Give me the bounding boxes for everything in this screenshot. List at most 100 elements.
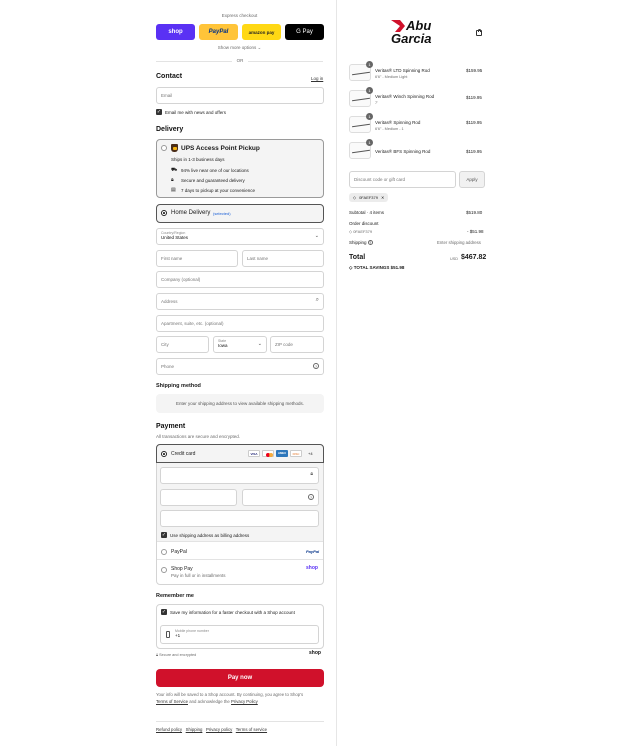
discount-code-field[interactable]: Discount code or gift card bbox=[349, 171, 456, 188]
apartment-field[interactable]: Apartment, suite, etc. (optional) bbox=[156, 315, 324, 332]
news-checkbox[interactable]: ✓ bbox=[156, 109, 162, 115]
shop-pay-option-label[interactable]: Shop Pay bbox=[171, 566, 193, 572]
phone-field[interactable]: Phone? bbox=[156, 358, 324, 375]
amazon-pay-label: amazon pay bbox=[248, 29, 275, 35]
state-select[interactable]: State Iowa ⌄ bbox=[213, 336, 267, 353]
item-price: $119.95 bbox=[466, 95, 482, 100]
credit-card-label: Credit card bbox=[171, 450, 196, 457]
card-number-field[interactable]: 🔒︎ bbox=[160, 467, 319, 484]
shop-pay-label: shop bbox=[168, 29, 183, 35]
remove-discount-icon[interactable]: ✕ bbox=[381, 195, 384, 200]
ups-radio[interactable] bbox=[161, 145, 167, 151]
discount-chip-code: 0FAEF379 bbox=[359, 195, 378, 200]
footer-links: Refund policy Shipping Privacy policy Te… bbox=[156, 727, 267, 732]
mobile-phone-field[interactable]: Mobile phone number +1 bbox=[160, 625, 319, 644]
privacy-policy-link[interactable]: Privacy Policy bbox=[231, 699, 258, 704]
terms-and-text: and acknowledge the bbox=[189, 698, 230, 704]
ups-title: UPS Access Point Pickup bbox=[181, 144, 260, 152]
terms-of-service-link[interactable]: Terms of Service bbox=[156, 699, 188, 704]
more-brands: +4 bbox=[308, 451, 313, 456]
show-more-options[interactable]: Show more options ⌄ bbox=[156, 45, 323, 51]
selected-badge: (selected) bbox=[213, 211, 231, 216]
company-field[interactable]: Company (optional) bbox=[156, 271, 324, 288]
ups-logo-icon bbox=[171, 144, 178, 152]
city-placeholder: City bbox=[161, 342, 169, 347]
pay-now-button[interactable]: Pay now bbox=[156, 669, 324, 687]
paypal-radio[interactable] bbox=[161, 549, 167, 555]
item-price: $159.95 bbox=[466, 68, 483, 73]
ups-line-4: 7 days to pickup at your convenience bbox=[181, 188, 256, 193]
show-more-label: Show more options bbox=[217, 45, 257, 50]
bag-icon[interactable] bbox=[476, 28, 482, 36]
shipping-method-heading: Shipping method bbox=[156, 383, 201, 389]
paypal-button[interactable]: PayPal bbox=[199, 24, 238, 40]
refund-policy-link[interactable]: Refund policy bbox=[156, 727, 182, 732]
address-field[interactable]: Address ⌕ bbox=[156, 293, 324, 310]
expiration-field[interactable] bbox=[160, 489, 237, 506]
billing-checkbox[interactable]: ✓ bbox=[161, 532, 167, 538]
city-field[interactable]: City bbox=[156, 336, 209, 353]
abu-garcia-logo[interactable]: Abu Garcia bbox=[391, 19, 443, 48]
terms-text: Your info will be saved to a Shop accoun… bbox=[156, 692, 324, 705]
google-pay-button[interactable]: G Pay bbox=[285, 24, 324, 40]
first-name-field[interactable]: First name bbox=[156, 250, 238, 267]
privacy-link[interactable]: Privacy policy bbox=[206, 727, 232, 732]
tag-icon: ◇ bbox=[349, 265, 353, 270]
save-info-checkbox[interactable]: ✓ bbox=[161, 609, 167, 615]
shop-wordmark: shop bbox=[309, 650, 321, 656]
shipping-label: Shipping ? bbox=[349, 240, 373, 245]
name-on-card-field[interactable] bbox=[160, 510, 319, 527]
paypal-option-label[interactable]: PayPal bbox=[171, 549, 187, 555]
pay-now-label: Pay now bbox=[227, 675, 253, 681]
payment-heading: Payment bbox=[156, 423, 186, 430]
visa-icon: VISA bbox=[248, 450, 260, 457]
phone-placeholder: Phone bbox=[161, 364, 175, 369]
shipping-link[interactable]: Shipping bbox=[186, 727, 203, 732]
home-delivery-radio[interactable] bbox=[161, 210, 167, 216]
discount-placeholder: Discount code or gift card bbox=[354, 177, 406, 182]
email-field[interactable]: Email bbox=[156, 87, 324, 104]
credit-card-radio[interactable] bbox=[161, 451, 167, 457]
tag-icon: ◇ bbox=[353, 195, 357, 200]
shipping-notice-text: Enter your shipping address to view avai… bbox=[175, 401, 305, 406]
quantity-badge: 1 bbox=[366, 113, 373, 120]
quantity-badge: 1 bbox=[366, 139, 373, 146]
phone-icon bbox=[166, 631, 170, 638]
shop-pay-radio[interactable] bbox=[161, 567, 167, 573]
discover-icon: DISC bbox=[290, 450, 302, 457]
apply-button[interactable]: Apply bbox=[459, 171, 485, 188]
terms-link[interactable]: Terms of service bbox=[236, 727, 267, 732]
security-code-field[interactable]: ? bbox=[242, 489, 319, 506]
divider bbox=[157, 559, 323, 560]
zip-field[interactable]: ZIP code bbox=[270, 336, 324, 353]
company-placeholder: Company (optional) bbox=[161, 277, 201, 282]
payment-subtitle: All transactions are secure and encrypte… bbox=[156, 434, 241, 439]
address-placeholder: Address bbox=[161, 299, 178, 304]
help-icon[interactable]: ? bbox=[367, 240, 373, 245]
country-value: United States bbox=[161, 235, 189, 240]
secure-label: 🔒︎ Secure and encrypted bbox=[156, 653, 196, 657]
order-discount-code-text: 0FAEF379 bbox=[353, 229, 373, 234]
truck-icon: ⛟ bbox=[171, 167, 178, 173]
item-variant: 6'6" - Medium - 1 bbox=[375, 127, 404, 131]
order-discount-value: - $51.98 bbox=[467, 229, 484, 234]
tag-icon: ◇ bbox=[349, 229, 353, 234]
item-variant: 7' bbox=[375, 101, 378, 105]
help-icon[interactable]: ? bbox=[313, 363, 319, 369]
apartment-placeholder: Apartment, suite, etc. (optional) bbox=[161, 321, 224, 326]
ups-line-2: 94% live near one of our locations bbox=[181, 168, 249, 173]
country-select[interactable]: Country/Region United States ⌄ bbox=[156, 228, 324, 245]
shop-pay-button[interactable]: shop bbox=[156, 24, 195, 40]
checkout-form: Express checkout shop PayPal amazon pay … bbox=[0, 0, 337, 746]
ups-line-3: Secure and guaranteed delivery bbox=[181, 178, 245, 183]
login-link[interactable]: Log in bbox=[311, 76, 323, 81]
delivery-heading: Delivery bbox=[156, 126, 184, 133]
google-pay-label: G Pay bbox=[296, 29, 313, 35]
zip-placeholder: ZIP code bbox=[275, 342, 293, 347]
amazon-pay-button[interactable]: amazon pay bbox=[242, 24, 281, 40]
save-info-label: Save my information for a faster checkou… bbox=[170, 610, 295, 615]
subtotal-label: Subtotal · 4 items bbox=[349, 210, 385, 215]
help-icon[interactable]: ? bbox=[308, 494, 314, 500]
apply-label: Apply bbox=[466, 177, 478, 182]
last-name-field[interactable]: Last name bbox=[242, 250, 324, 267]
